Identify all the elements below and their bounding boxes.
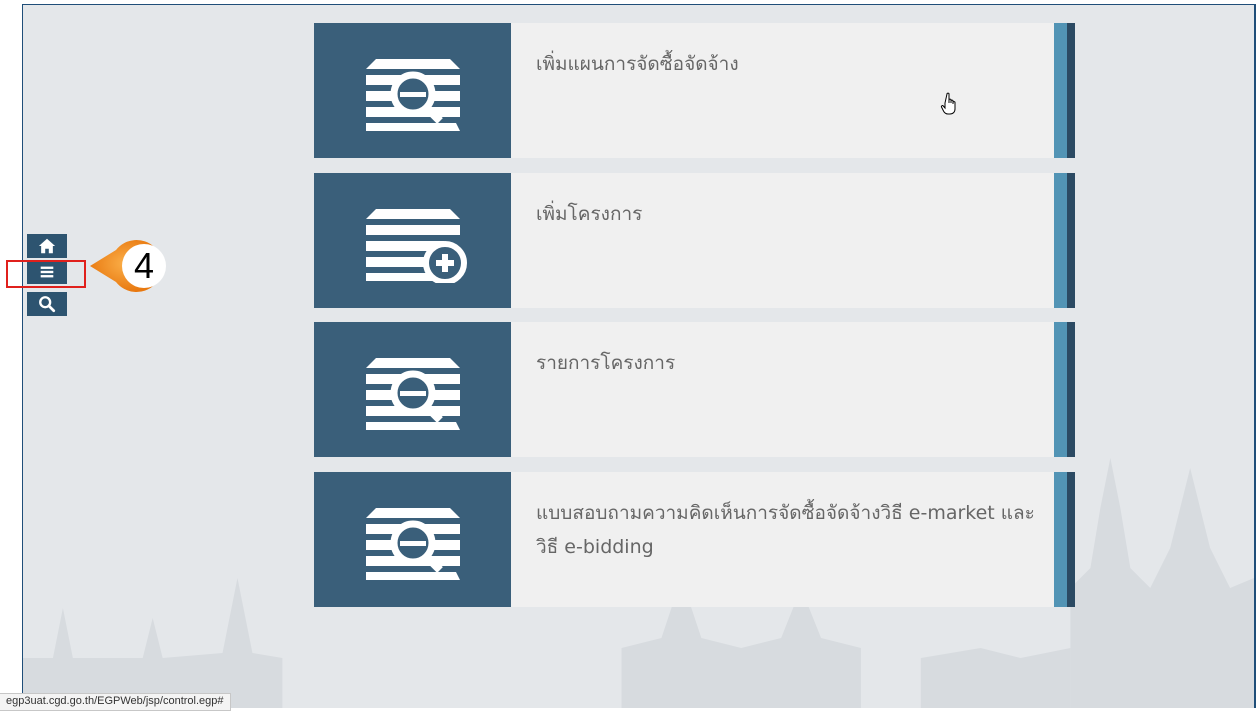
callout-number: 4 (133, 245, 155, 286)
search-button[interactable] (27, 292, 67, 316)
card-stripe (1054, 322, 1067, 457)
card-stripe-dark (1067, 322, 1075, 457)
card-stripe-dark (1067, 472, 1075, 607)
card-stripe (1054, 173, 1067, 308)
card-add-project[interactable]: เพิ่มโครงการ (314, 173, 1075, 308)
card-add-procurement-plan[interactable]: เพิ่มแผนการจัดซื้อจัดจ้าง (314, 23, 1075, 158)
card-body: เพิ่มโครงการ (511, 173, 1075, 308)
search-icon (39, 296, 56, 313)
browser-status-url: egp3uat.cgd.go.th/EGPWeb/jsp/control.egp… (0, 693, 231, 711)
card-body: แบบสอบถามความคิดเห็นการจัดซื้อจัดจ้างวิธ… (511, 472, 1075, 607)
document-search-icon (365, 58, 460, 131)
card-label: รายการโครงการ (536, 352, 676, 374)
document-search-icon (365, 357, 460, 430)
card-body: รายการโครงการ (511, 322, 1075, 457)
card-icon-area (314, 23, 511, 158)
hand-cursor-icon (940, 92, 956, 115)
document-add-icon (365, 208, 467, 283)
card-stripe-dark (1067, 173, 1075, 308)
card-icon-area (314, 472, 511, 607)
card-survey[interactable]: แบบสอบถามความคิดเห็นการจัดซื้อจัดจ้างวิธ… (314, 472, 1075, 607)
card-stripe-dark (1067, 23, 1075, 158)
home-icon (38, 238, 56, 254)
document-search-icon (365, 507, 460, 580)
card-label: เพิ่มโครงการ (536, 203, 643, 225)
card-project-list[interactable]: รายการโครงการ (314, 322, 1075, 457)
card-body: เพิ่มแผนการจัดซื้อจัดจ้าง (511, 23, 1075, 158)
step-callout: 4 (88, 236, 178, 296)
card-label: เพิ่มแผนการจัดซื้อจัดจ้าง (536, 53, 739, 75)
card-stripe (1054, 23, 1067, 158)
card-icon-area (314, 322, 511, 457)
highlight-box (6, 260, 86, 288)
card-stripe (1054, 472, 1067, 607)
home-button[interactable] (27, 234, 67, 258)
card-label: แบบสอบถามความคิดเห็นการจัดซื้อจัดจ้างวิธ… (536, 502, 1035, 558)
card-icon-area (314, 173, 511, 308)
